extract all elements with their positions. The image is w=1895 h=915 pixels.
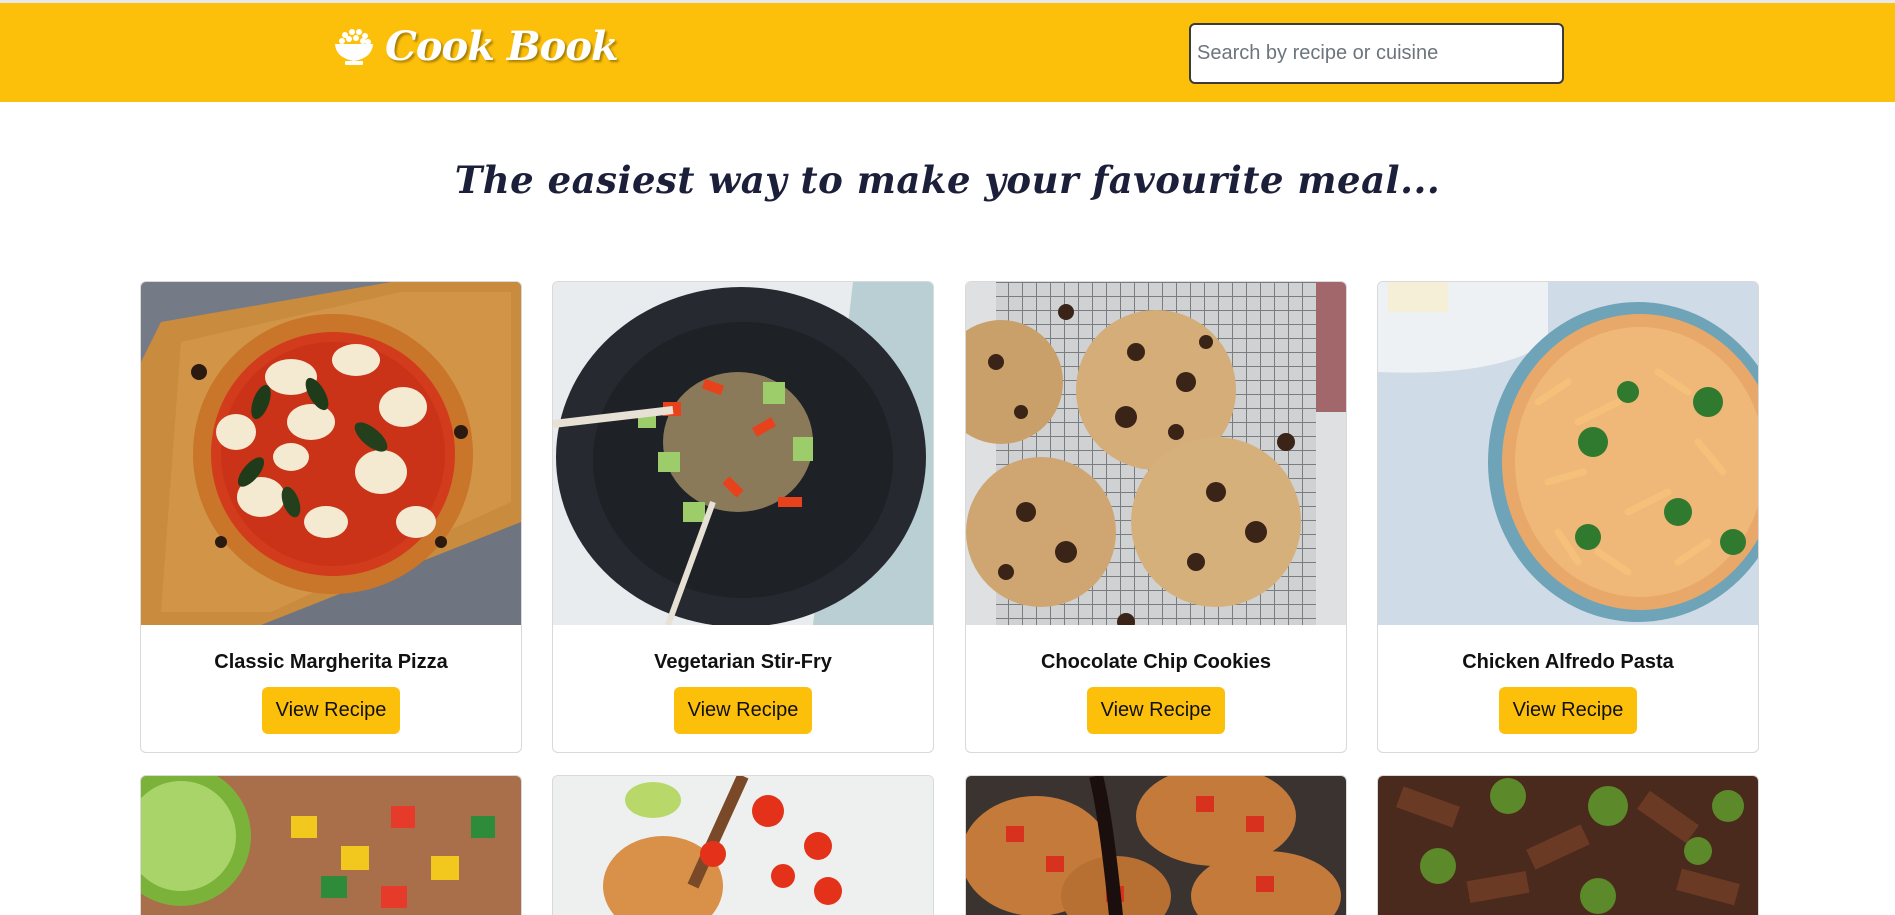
brand-logo-link[interactable]: Cook Book bbox=[333, 21, 619, 71]
margherita-pizza-image bbox=[141, 282, 521, 625]
recipe-title: Chocolate Chip Cookies bbox=[1040, 651, 1272, 673]
mango-salsa-image bbox=[141, 776, 521, 915]
rice-bowl-icon bbox=[335, 29, 373, 65]
beef-broccoli-image bbox=[1378, 776, 1758, 915]
recipe-title: Chicken Alfredo Pasta bbox=[1462, 651, 1674, 673]
recipe-card: Chicken Alfredo Pasta View Recipe bbox=[1377, 281, 1759, 753]
search-input[interactable] bbox=[1189, 23, 1564, 84]
bruschetta-image bbox=[966, 776, 1346, 915]
recipe-title: Vegetarian Stir-Fry bbox=[654, 651, 832, 673]
recipe-card bbox=[1377, 775, 1759, 915]
recipe-card bbox=[965, 775, 1347, 915]
stir-fry-image bbox=[553, 282, 933, 625]
recipe-title: Classic Margherita Pizza bbox=[214, 651, 448, 673]
recipe-card bbox=[140, 775, 522, 915]
recipe-card: Vegetarian Stir-Fry View Recipe bbox=[552, 281, 934, 753]
recipe-card bbox=[552, 775, 934, 915]
navbar: Cook Book bbox=[0, 3, 1895, 102]
view-recipe-button[interactable]: View Recipe bbox=[674, 687, 812, 734]
recipe-card: Chocolate Chip Cookies View Recipe bbox=[965, 281, 1347, 753]
view-recipe-button[interactable]: View Recipe bbox=[262, 687, 400, 734]
view-recipe-button[interactable]: View Recipe bbox=[1087, 687, 1225, 734]
alfredo-pasta-image bbox=[1378, 282, 1758, 625]
dressing-tomatoes-image bbox=[553, 776, 933, 915]
recipe-card: Classic Margherita Pizza View Recipe bbox=[140, 281, 522, 753]
page-tagline: The easiest way to make your favourite m… bbox=[454, 158, 1441, 202]
view-recipe-button[interactable]: View Recipe bbox=[1499, 687, 1637, 734]
brand-name: Cook Book bbox=[385, 22, 619, 70]
chocolate-chip-cookies-image bbox=[966, 282, 1346, 625]
